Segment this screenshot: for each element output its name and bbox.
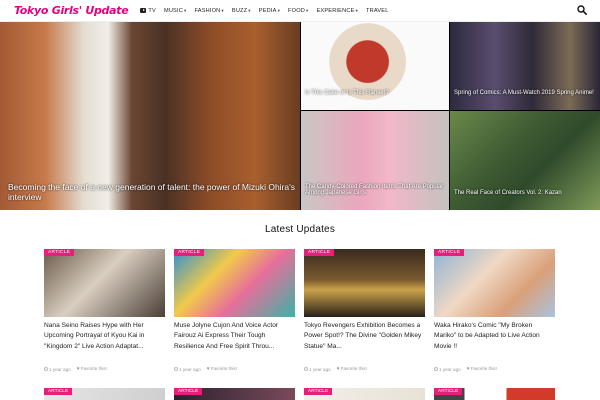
article-badge: ARTICLE — [44, 388, 73, 395]
nav-item-label: TRAVEL — [366, 7, 389, 14]
featured-article-ramen-cake[interactable]: Is This Cake or Is This Ramen? — [301, 22, 449, 110]
tv-icon — [140, 8, 147, 13]
nav-item-label: TV — [148, 7, 156, 14]
chevron-down-icon: ▾ — [355, 7, 358, 13]
nav-item-pedia[interactable]: PEDIA ▾ — [255, 8, 284, 14]
clock-icon — [434, 367, 438, 372]
nav-item-label: FASHION — [194, 7, 221, 14]
article-card[interactable]: ARTICLE Tokyo Revengers Exhibition Becom… — [304, 249, 425, 372]
favorite-button[interactable]: ♥Favorite this! — [207, 366, 237, 372]
featured-article-caption: The Candy-Colored Fashion Items That Are… — [305, 184, 444, 196]
article-thumbnail[interactable]: ARTICLE — [174, 249, 295, 317]
article-title[interactable]: Nana Seino Raises Hype with Her Upcoming… — [44, 321, 165, 363]
article-thumbnail[interactable]: ARTICLE — [434, 249, 555, 317]
featured-article-caption: The Real Face of Creators Vol. 2: Kazan — [454, 190, 562, 196]
article-badge: ARTICLE — [304, 388, 333, 395]
featured-article-candy-fashion[interactable]: The Candy-Colored Fashion Items That Are… — [301, 111, 449, 210]
clock-icon — [174, 367, 178, 372]
favorite-button[interactable]: ♥Favorite this! — [337, 366, 367, 372]
heart-icon: ♥ — [206, 366, 210, 372]
nav-item-label: PEDIA — [258, 7, 277, 14]
article-card[interactable]: ARTICLE — [174, 388, 295, 400]
chevron-down-icon: ▾ — [277, 7, 281, 13]
chevron-down-icon: ▾ — [248, 7, 251, 13]
nav-item-buzz[interactable]: BUZZ ▾ — [228, 8, 255, 14]
chevron-down-icon: ▾ — [183, 7, 187, 13]
clock-icon — [304, 367, 308, 372]
nav-item-label: MUSIC — [163, 7, 183, 14]
latest-updates-heading: Latest Updates — [264, 224, 336, 235]
article-time: 1 year ago — [174, 367, 201, 372]
article-time: 1 year ago — [44, 367, 71, 372]
article-card[interactable]: ARTICLE Muse Jolyne Cujon And Voice Acto… — [174, 249, 295, 372]
article-badge: ARTICLE — [174, 388, 203, 395]
heart-icon: ♥ — [76, 366, 80, 372]
article-meta: 1 year ago ♥Favorite this! — [174, 366, 295, 372]
article-card[interactable]: ARTICLE — [44, 388, 165, 400]
article-badge: ARTICLE — [434, 388, 463, 395]
main-nav: TV MUSIC ▾ FASHION ▾ BUZZ ▾ PEDIA ▾ FOOD ▾ EX… — [136, 8, 392, 14]
article-meta: 1 year ago ♥Favorite this! — [304, 366, 425, 372]
article-thumbnail[interactable]: ARTICLE — [304, 249, 425, 317]
featured-article-caption: Spring of Comics: A Must-Watch 2019 Spri… — [454, 90, 594, 96]
clock-icon — [44, 367, 48, 372]
article-card[interactable]: ARTICLE — [434, 388, 555, 400]
site-logo[interactable]: Tokyo Girls' Update — [14, 4, 129, 17]
featured-article-creators[interactable]: The Real Face of Creators Vol. 2: Kazan — [450, 111, 600, 210]
top-navigation-bar: Tokyo Girls' Update TV MUSIC ▾ FASHION ▾ B… — [0, 0, 600, 22]
article-thumbnail[interactable]: ARTICLE — [44, 249, 165, 317]
article-title[interactable]: Waka Hirako's Comic "My Broken Mariko" t… — [434, 321, 555, 363]
featured-article-caption: Becoming the face of a new generation of… — [8, 182, 296, 202]
article-badge: ARTICLE — [304, 249, 335, 256]
article-title[interactable]: Tokyo Revengers Exhibition Becomes a Pow… — [304, 321, 425, 363]
article-card[interactable]: ARTICLE Nana Seino Raises Hype with Her … — [44, 249, 165, 372]
nav-item-travel[interactable]: TRAVEL — [362, 8, 393, 14]
article-badge: ARTICLE — [434, 249, 465, 256]
heart-icon: ♥ — [336, 366, 340, 372]
chevron-down-icon: ▾ — [306, 7, 309, 13]
article-meta: 1 year ago ♥Favorite this! — [44, 366, 165, 372]
nav-item-tv[interactable]: TV — [136, 8, 160, 14]
article-card[interactable]: ARTICLE — [304, 388, 425, 400]
nav-item-music[interactable]: MUSIC ▾ — [160, 8, 191, 14]
article-badge: ARTICLE — [44, 249, 75, 256]
search-icon[interactable] — [577, 5, 587, 15]
favorite-button[interactable]: ♥Favorite this! — [467, 366, 497, 372]
featured-article-main[interactable]: Becoming the face of a new generation of… — [0, 22, 300, 210]
article-title[interactable]: Muse Jolyne Cujon And Voice Actor Fairou… — [174, 321, 295, 363]
nav-item-fashion[interactable]: FASHION ▾ — [190, 8, 227, 14]
chevron-down-icon: ▾ — [221, 7, 224, 13]
article-meta: 1 year ago ♥Favorite this! — [434, 366, 555, 372]
featured-article-spring-anime[interactable]: Spring of Comics: A Must-Watch 2019 Spri… — [450, 22, 600, 110]
favorite-button[interactable]: ♥Favorite this! — [77, 366, 107, 372]
nav-item-food[interactable]: FOOD ▾ — [284, 8, 312, 14]
nav-item-label: FOOD — [288, 7, 305, 14]
article-card[interactable]: ARTICLE Waka Hirako's Comic "My Broken M… — [434, 249, 555, 372]
article-time: 1 year ago — [304, 367, 331, 372]
featured-article-caption: Is This Cake or Is This Ramen? — [305, 90, 389, 96]
heart-icon: ♥ — [466, 366, 470, 372]
article-time: 1 year ago — [434, 367, 461, 372]
article-badge: ARTICLE — [174, 249, 205, 256]
featured-articles-grid: Becoming the face of a new generation of… — [0, 22, 600, 210]
nav-item-experience[interactable]: EXPERIENCE ▾ — [312, 8, 362, 14]
nav-item-label: EXPERIENCE — [316, 7, 355, 14]
nav-item-label: BUZZ — [231, 7, 248, 14]
